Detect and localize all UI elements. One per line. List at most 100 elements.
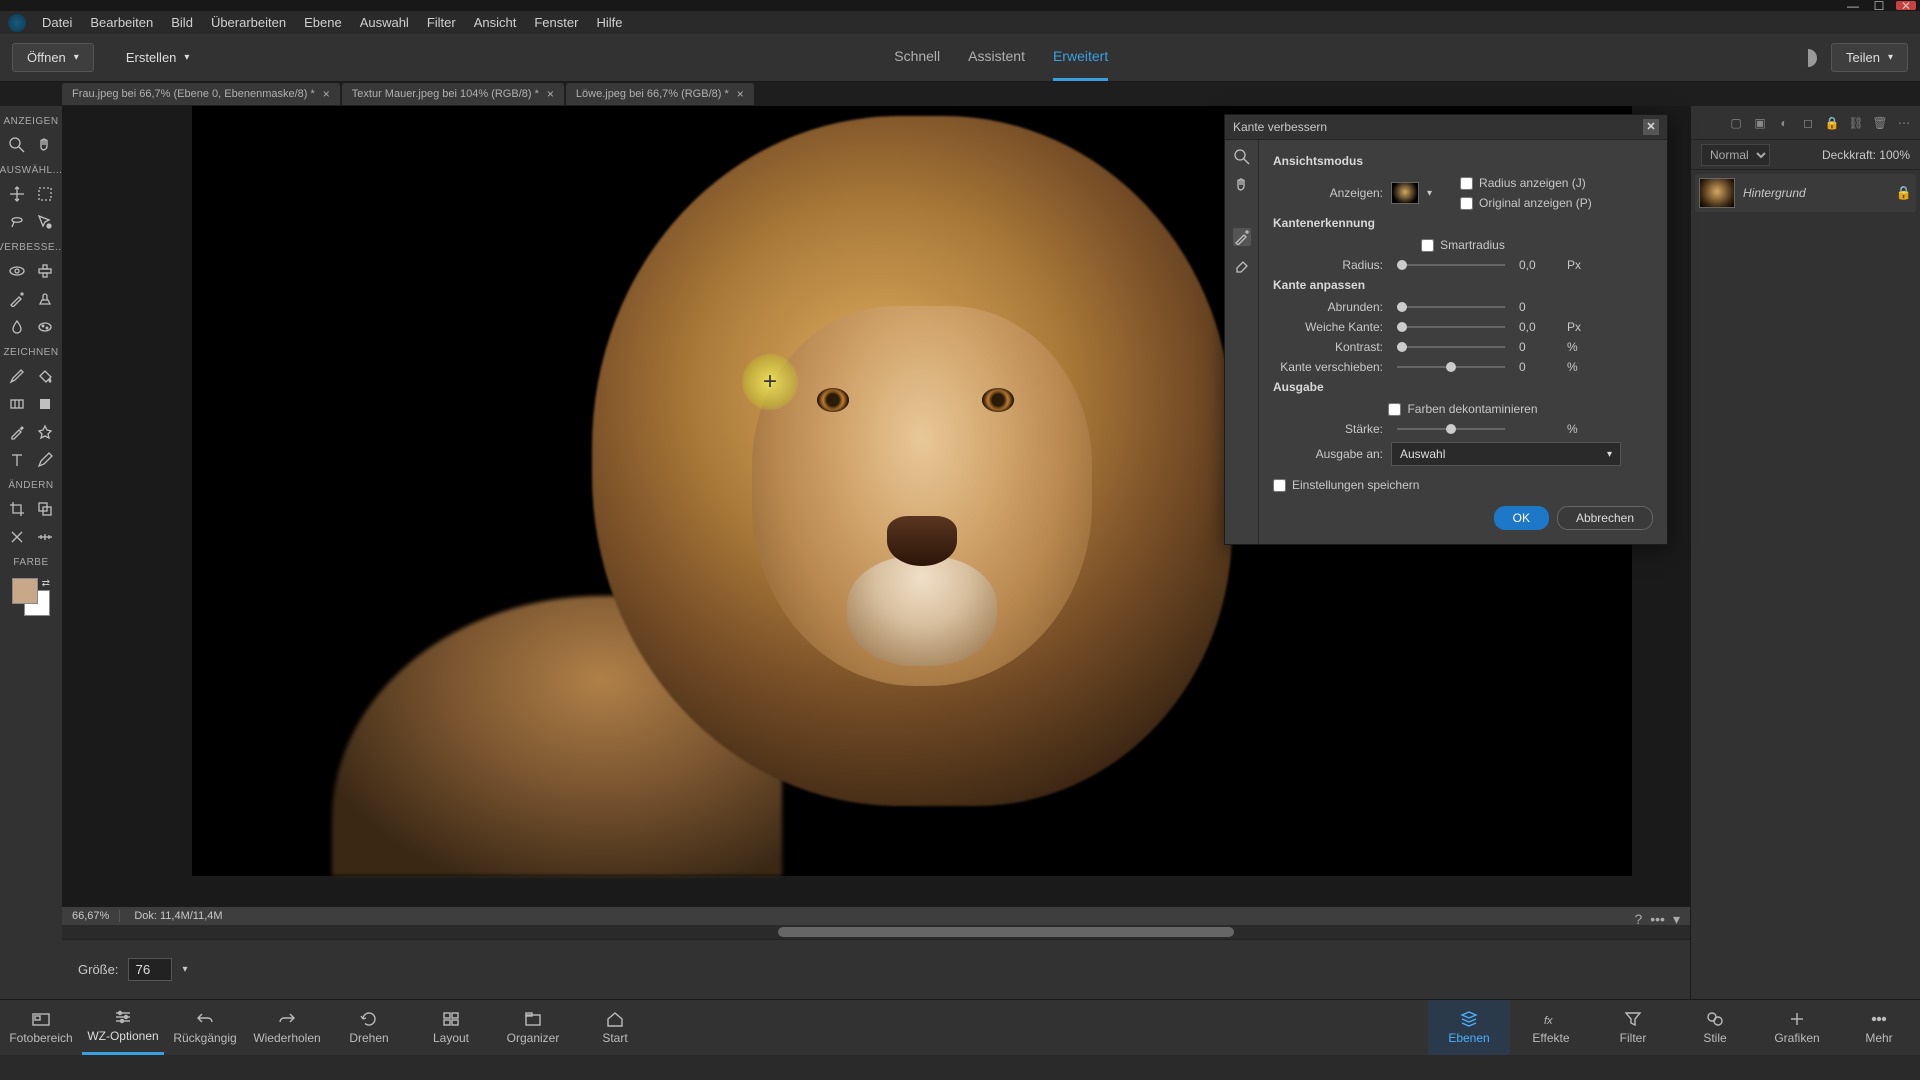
help-icon[interactable]: ? xyxy=(1634,911,1642,928)
photo-bin-button[interactable]: Fotobereich xyxy=(0,1000,82,1055)
shift-edge-slider[interactable] xyxy=(1397,366,1505,368)
layer-mask-icon[interactable]: ◻ xyxy=(1800,115,1816,131)
layout-button[interactable]: Layout xyxy=(410,1000,492,1055)
custom-shape-tool[interactable] xyxy=(34,421,56,443)
foreground-color[interactable] xyxy=(12,578,38,604)
open-button[interactable]: Öffnen▾ xyxy=(12,43,94,72)
rotate-button[interactable]: Drehen xyxy=(328,1000,410,1055)
lock-icon[interactable]: 🔒 xyxy=(1896,185,1912,201)
shift-edge-value[interactable]: 0 xyxy=(1519,360,1559,374)
amount-slider[interactable] xyxy=(1397,428,1505,430)
maximize-button[interactable]: ☐ xyxy=(1870,1,1888,10)
layer-group-icon[interactable]: ▣ xyxy=(1752,115,1768,131)
menu-hilfe[interactable]: Hilfe xyxy=(588,11,630,34)
panel-menu-icon[interactable]: ••• xyxy=(1650,911,1665,928)
spot-heal-tool[interactable] xyxy=(34,260,56,282)
sponge-tool[interactable] xyxy=(34,316,56,338)
layer-name[interactable]: Hintergrund xyxy=(1743,186,1888,200)
ok-button[interactable]: OK xyxy=(1494,506,1549,530)
radius-value[interactable]: 0,0 xyxy=(1519,258,1559,272)
shape-tool[interactable] xyxy=(34,393,56,415)
contrast-slider[interactable] xyxy=(1397,346,1505,348)
menu-auswahl[interactable]: Auswahl xyxy=(352,11,417,34)
content-aware-tool[interactable] xyxy=(6,526,28,548)
opacity-value[interactable]: 100% xyxy=(1879,148,1910,162)
menu-fenster[interactable]: Fenster xyxy=(526,11,586,34)
refine-radius-tool[interactable] xyxy=(1233,228,1251,246)
menu-ebene[interactable]: Ebene xyxy=(296,11,350,34)
blend-mode-select[interactable]: Normal xyxy=(1701,144,1770,166)
more-tab[interactable]: Mehr xyxy=(1838,1000,1920,1055)
zoom-level[interactable]: 66,67% xyxy=(62,910,120,922)
radius-slider[interactable] xyxy=(1397,264,1505,266)
view-mode-thumbnail[interactable] xyxy=(1391,182,1419,204)
delete-layer-icon[interactable]: 🗑 xyxy=(1872,115,1888,131)
layer-item-background[interactable]: Hintergrund 🔒 xyxy=(1695,174,1916,212)
home-button[interactable]: Start xyxy=(574,1000,656,1055)
effects-tab[interactable]: fxEffekte xyxy=(1510,1000,1592,1055)
minimize-button[interactable]: — xyxy=(1844,1,1862,10)
blur-tool[interactable] xyxy=(6,316,28,338)
lasso-tool[interactable] xyxy=(6,211,28,233)
brush-size-input[interactable] xyxy=(128,958,172,981)
styles-tab[interactable]: Stile xyxy=(1674,1000,1756,1055)
menu-bild[interactable]: Bild xyxy=(163,11,201,34)
redeye-tool[interactable] xyxy=(6,260,28,282)
menu-datei[interactable]: Datei xyxy=(34,11,80,34)
mode-expert[interactable]: Erweitert xyxy=(1053,34,1108,81)
color-theme-icon[interactable] xyxy=(1799,49,1817,67)
panel-menu-icon[interactable]: ⋯ xyxy=(1896,115,1912,131)
clone-stamp-tool[interactable] xyxy=(34,288,56,310)
hand-tool[interactable] xyxy=(34,134,56,156)
dialog-hand-tool[interactable] xyxy=(1233,176,1251,194)
tool-options-button[interactable]: WZ-Optionen xyxy=(82,1000,164,1055)
menu-ansicht[interactable]: Ansicht xyxy=(466,11,525,34)
redo-button[interactable]: Wiederholen xyxy=(246,1000,328,1055)
new-layer-icon[interactable]: ▢ xyxy=(1728,115,1744,131)
gradient-tool[interactable] xyxy=(6,393,28,415)
layers-tab[interactable]: Ebenen xyxy=(1428,1000,1510,1055)
graphics-tab[interactable]: Grafiken xyxy=(1756,1000,1838,1055)
doc-tab-1[interactable]: Frau.jpeg bei 66,7% (Ebene 0, Ebenenmask… xyxy=(62,83,340,105)
cancel-button[interactable]: Abbrechen xyxy=(1557,506,1653,530)
lock-layer-icon[interactable]: 🔒 xyxy=(1824,115,1840,131)
doc-tab-3[interactable]: Löwe.jpeg bei 66,7% (RGB/8) *× xyxy=(566,83,754,105)
show-radius-checkbox[interactable] xyxy=(1460,177,1473,190)
paint-bucket-tool[interactable] xyxy=(34,365,56,387)
dialog-titlebar[interactable]: Kante verbessern ✕ xyxy=(1225,115,1667,140)
horizontal-scrollbar[interactable] xyxy=(62,925,1690,939)
text-tool[interactable] xyxy=(6,449,28,471)
create-button[interactable]: Erstellen▾ xyxy=(112,44,204,71)
decontaminate-checkbox[interactable] xyxy=(1388,403,1401,416)
color-swatch[interactable]: ⇄ xyxy=(12,578,50,616)
filters-tab[interactable]: Filter xyxy=(1592,1000,1674,1055)
menu-ueberarbeiten[interactable]: Überarbeiten xyxy=(203,11,294,34)
layer-thumbnail[interactable] xyxy=(1699,178,1735,208)
smooth-value[interactable]: 0 xyxy=(1519,300,1559,314)
menu-bearbeiten[interactable]: Bearbeiten xyxy=(82,11,161,34)
mode-guided[interactable]: Assistent xyxy=(968,34,1025,81)
smart-brush-tool[interactable] xyxy=(6,288,28,310)
recompose-tool[interactable] xyxy=(34,498,56,520)
close-tab-icon[interactable]: × xyxy=(323,87,330,101)
swap-colors-icon[interactable]: ⇄ xyxy=(42,578,50,589)
output-to-select[interactable]: Auswahl▾ xyxy=(1391,442,1621,466)
smooth-slider[interactable] xyxy=(1397,306,1505,308)
menu-filter[interactable]: Filter xyxy=(419,11,464,34)
marquee-tool[interactable] xyxy=(34,183,56,205)
close-window-button[interactable]: ✕ xyxy=(1896,1,1916,10)
collapse-icon[interactable]: ▾ xyxy=(1673,911,1680,928)
link-layers-icon[interactable]: ⛓ xyxy=(1848,115,1864,131)
quick-select-tool[interactable] xyxy=(34,211,56,233)
eyedropper-tool[interactable] xyxy=(6,421,28,443)
crop-tool[interactable] xyxy=(6,498,28,520)
close-tab-icon[interactable]: × xyxy=(737,87,744,101)
remember-settings-checkbox[interactable] xyxy=(1273,479,1286,492)
adjustment-layer-icon[interactable]: ◐ xyxy=(1776,115,1792,131)
doc-tab-2[interactable]: Textur Mauer.jpeg bei 104% (RGB/8) *× xyxy=(342,83,564,105)
show-original-checkbox[interactable] xyxy=(1460,197,1473,210)
move-tool[interactable] xyxy=(6,183,28,205)
straighten-tool[interactable] xyxy=(34,526,56,548)
caret-down-icon[interactable]: ▾ xyxy=(1427,188,1432,199)
dialog-close-button[interactable]: ✕ xyxy=(1643,119,1659,135)
